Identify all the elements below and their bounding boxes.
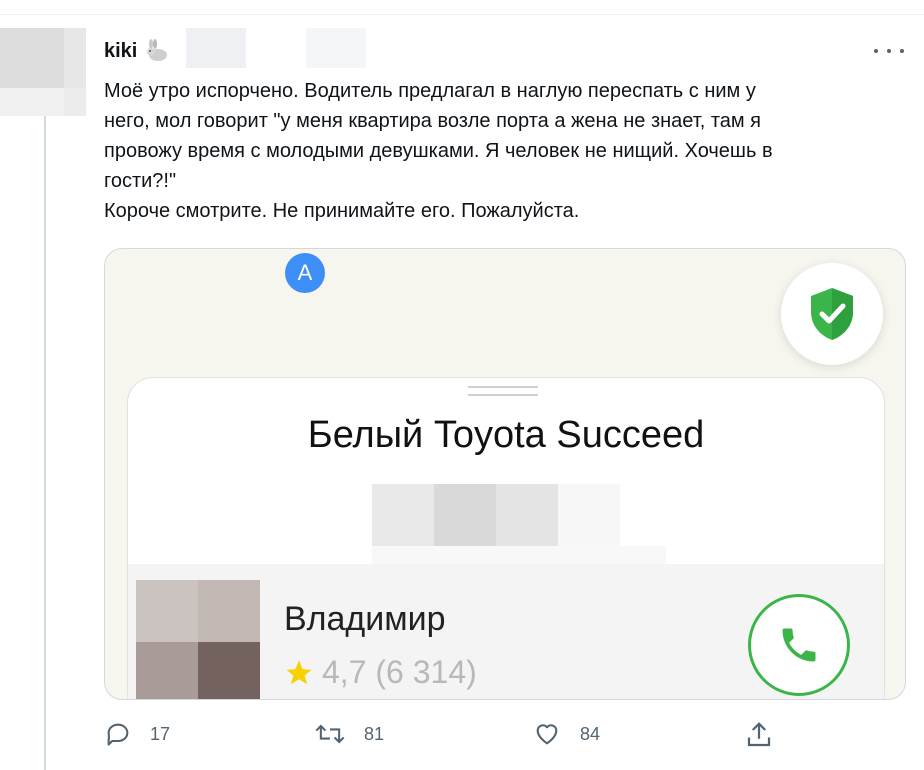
rating-value: 4,7 (6 314) xyxy=(322,654,477,690)
thread-line xyxy=(44,116,46,770)
star-icon xyxy=(286,660,312,684)
share-button[interactable] xyxy=(744,720,774,755)
tweet-header: kiki xyxy=(104,36,169,66)
retweet-count: 81 xyxy=(364,723,385,744)
tweet-text: Моё утро испорчено. Водитель предлагал в… xyxy=(104,80,773,222)
driver-rating: 4,7 (6 314) xyxy=(284,654,477,691)
blurred-handle xyxy=(186,28,246,68)
driver-photo-blurred xyxy=(136,580,260,699)
blurred-date xyxy=(306,28,366,68)
reply-count: 17 xyxy=(150,723,171,744)
attached-screenshot[interactable]: A Белый Toyota Succeed Владимир 4,7 (6 3… xyxy=(104,248,906,700)
car-model: Белый Toyota Succeed xyxy=(307,414,705,456)
parent-avatar-blurred[interactable] xyxy=(0,28,86,116)
username[interactable]: kiki xyxy=(104,40,137,63)
map-marker-badge: A xyxy=(285,253,325,293)
safety-button xyxy=(781,263,883,365)
license-plate-blurred xyxy=(372,484,620,546)
retweet-button[interactable]: 81 xyxy=(314,720,384,748)
like-button[interactable]: 84 xyxy=(532,720,600,748)
call-driver-button xyxy=(748,594,850,696)
rabbit-emoji-icon xyxy=(147,39,168,61)
top-divider xyxy=(0,14,924,15)
like-count: 84 xyxy=(580,723,601,744)
sheet-handle xyxy=(468,386,538,396)
reply-icon xyxy=(107,723,129,746)
share-icon xyxy=(747,722,771,747)
like-icon xyxy=(536,724,558,745)
tweet-actions: 17 81 84 xyxy=(104,720,784,752)
retweet-icon xyxy=(315,724,345,744)
shield-check-icon xyxy=(811,288,853,340)
more-horizontal-icon xyxy=(874,49,878,53)
driver-row: Владимир 4,7 (6 314) xyxy=(128,564,884,699)
driver-name: Владимир xyxy=(284,600,446,638)
ride-info-sheet: Белый Toyota Succeed Владимир 4,7 (6 314… xyxy=(127,377,885,699)
more-options-button[interactable] xyxy=(874,44,904,58)
reply-button[interactable]: 17 xyxy=(104,720,170,748)
phone-icon xyxy=(782,628,816,662)
